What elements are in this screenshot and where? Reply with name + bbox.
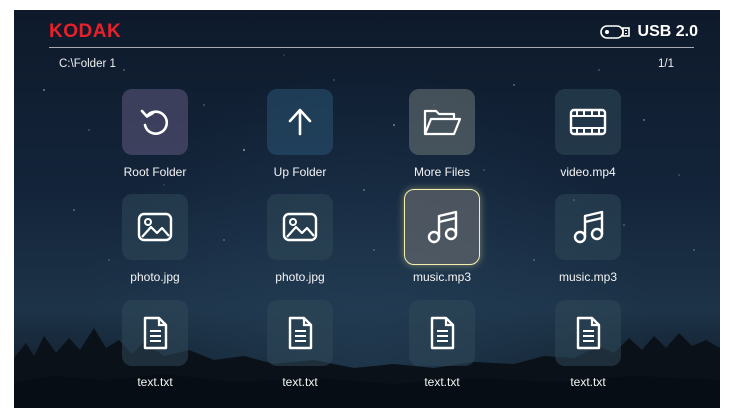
document-icon	[140, 315, 170, 351]
header-divider	[49, 47, 694, 48]
image-icon	[281, 210, 319, 244]
music-note-icon	[425, 209, 459, 245]
file-label: photo.jpg	[130, 270, 180, 284]
file-tile-text-txt-8[interactable]	[122, 300, 188, 366]
file-tile-root-folder-0[interactable]	[122, 89, 188, 155]
file-tile-video-mp4-3[interactable]	[555, 89, 621, 155]
file-tile-photo-jpg-5[interactable]	[267, 194, 333, 260]
file-label: text.txt	[137, 375, 173, 389]
file-tile-up-folder-1[interactable]	[267, 89, 333, 155]
file-tile-music-mp3-7[interactable]	[555, 194, 621, 260]
file-label: More Files	[413, 165, 470, 179]
storage-indicator: USB 2.0	[599, 23, 698, 41]
file-label: Up Folder	[273, 165, 327, 179]
brand-logo: KODAK	[49, 21, 122, 42]
arrow-up-icon	[283, 105, 317, 139]
file-label: photo.jpg	[275, 270, 325, 284]
usb-drive-icon	[599, 25, 630, 39]
folder-open-icon	[422, 105, 462, 139]
file-label: text.txt	[424, 375, 460, 389]
document-icon	[285, 315, 315, 351]
file-label: music.mp3	[412, 270, 471, 284]
file-tile-photo-jpg-4[interactable]	[122, 194, 188, 260]
file-tile-text-txt-9[interactable]	[267, 300, 333, 366]
refresh-icon	[138, 105, 172, 139]
music-note-icon	[571, 209, 605, 245]
film-icon	[568, 105, 608, 139]
storage-label: USB 2.0	[637, 23, 698, 40]
file-label: Root Folder	[123, 165, 187, 179]
file-label: text.txt	[570, 375, 606, 389]
file-label: text.txt	[282, 375, 318, 389]
file-label: video.mp4	[560, 165, 616, 179]
file-tile-music-mp3-6[interactable]	[404, 189, 480, 265]
media-browser-screen: KODAK USB 2.0 C:\Folder 1 1/1 Root Folde…	[14, 10, 720, 408]
image-icon	[136, 210, 174, 244]
file-tile-more-files-2[interactable]	[409, 89, 475, 155]
page-indicator: 1/1	[658, 58, 674, 70]
document-icon	[573, 315, 603, 351]
document-icon	[427, 315, 457, 351]
file-tile-text-txt-11[interactable]	[555, 300, 621, 366]
breadcrumb: C:\Folder 1	[59, 58, 116, 70]
file-label: music.mp3	[558, 270, 617, 284]
file-tile-text-txt-10[interactable]	[409, 300, 475, 366]
